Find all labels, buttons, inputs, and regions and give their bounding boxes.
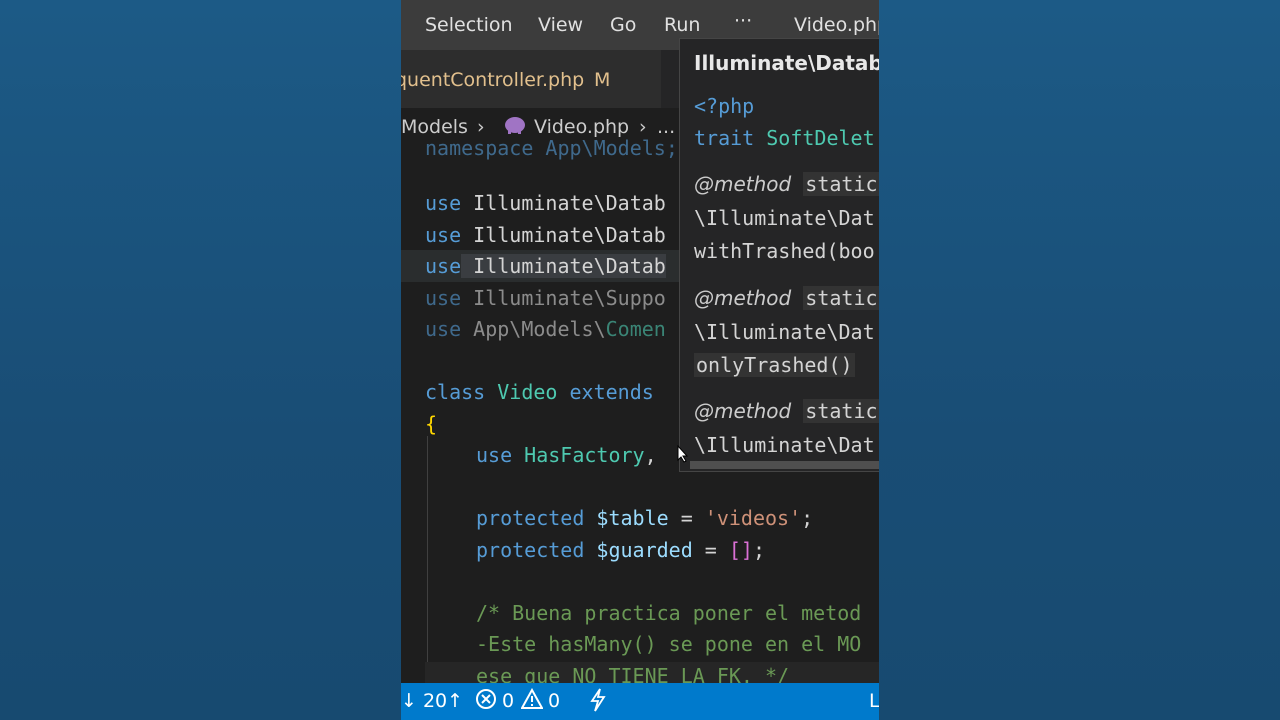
code-line: use Illuminate\Suppo — [425, 286, 666, 310]
menu-go[interactable]: Go — [610, 14, 636, 36]
lightning-icon[interactable] — [589, 688, 607, 717]
hover-tooltip[interactable]: Illuminate\Datab <?php trait SoftDelet @… — [679, 38, 879, 472]
code-line: use Illuminate\Datab — [425, 191, 666, 215]
code-line: use Illuminate\Datab — [425, 223, 666, 247]
status-bar: ↓ 20↑ 0 0 L — [401, 683, 879, 720]
hover-trait: trait SoftDelet — [694, 126, 875, 150]
code-line: use HasFactory, — [476, 443, 657, 467]
code-line: use Illuminate\Datab — [425, 254, 666, 278]
video-background-right — [879, 0, 1280, 720]
modified-indicator: M — [594, 69, 611, 91]
hover-method-name: withTrashed(boo — [694, 239, 875, 263]
window-title: Video.php — [794, 14, 879, 36]
code-line: protected $guarded = []; — [476, 538, 766, 562]
warning-count[interactable]: 0 — [548, 690, 560, 712]
hover-scrollbar[interactable] — [690, 461, 879, 469]
hover-title: Illuminate\Datab — [694, 51, 879, 75]
menu-run[interactable]: Run — [664, 14, 700, 36]
code-line: use App\Models\Comen — [425, 317, 666, 341]
hover-method: @method static — [694, 399, 879, 423]
code-line: protected $table = 'videos'; — [476, 506, 814, 530]
code-line: namespace App\Models; — [425, 136, 678, 160]
hover-method-ns: \Illuminate\Dat — [694, 433, 875, 457]
hover-method-ns: \Illuminate\Dat — [694, 320, 875, 344]
hover-method: @method static — [694, 172, 879, 196]
editor-window: Selection View Go Run ··· Video.php quen… — [401, 0, 879, 720]
sync-status[interactable]: ↓ 20↑ — [401, 690, 463, 712]
menu-more-icon[interactable]: ··· — [734, 10, 752, 32]
hover-php-tag: <?php — [694, 94, 755, 118]
status-right[interactable]: L — [869, 690, 879, 712]
indent-guide — [427, 436, 428, 676]
error-icon[interactable] — [475, 688, 497, 715]
menu-view[interactable]: View — [538, 14, 583, 36]
code-comment: -Este hasMany() se pone en el MO — [476, 632, 862, 656]
menu-selection[interactable]: Selection — [425, 14, 513, 36]
error-count[interactable]: 0 — [502, 690, 514, 712]
mouse-cursor-icon — [677, 444, 689, 467]
tab-label: quentController.php — [401, 69, 585, 91]
warning-icon[interactable] — [520, 687, 544, 715]
video-background-left — [0, 0, 401, 720]
tab-eloquent-controller[interactable]: quentController.php M — [401, 50, 661, 108]
code-comment: /* Buena practica poner el metod — [476, 601, 862, 625]
hover-method: @method static — [694, 286, 879, 310]
hover-method-name: onlyTrashed() — [694, 353, 855, 377]
hover-method-ns: \Illuminate\Dat — [694, 206, 875, 230]
code-line: class Video extends — [425, 380, 654, 404]
